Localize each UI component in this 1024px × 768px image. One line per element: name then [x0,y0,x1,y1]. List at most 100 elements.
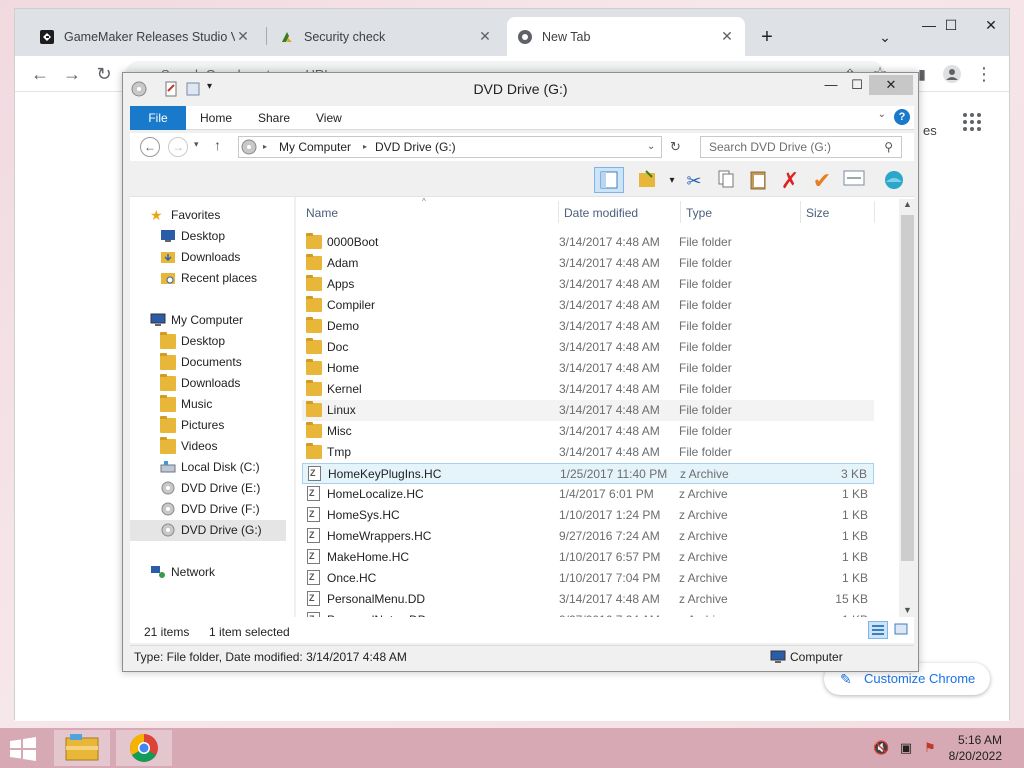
close-tab-icon[interactable]: ✕ [477,28,493,45]
tab-gamemaker[interactable]: GameMaker Releases Studio Versi ✕ [29,17,261,56]
file-row[interactable]: HomeWrappers.HC 9/27/2016 7:24 AM z Archiv… [302,525,874,547]
archive-file-icon [307,546,320,567]
explorer-titlebar[interactable]: ▾ DVD Drive (G:) — ☐ ✕ [123,73,918,105]
large-icons-view-icon[interactable] [892,621,912,639]
windows-start-icon[interactable] [8,736,38,762]
column-divider [680,201,681,223]
file-date: 3/14/2017 4:48 AM [559,319,660,333]
file-row[interactable]: Adam 3/14/2017 4:48 AM File folder [302,253,874,274]
scroll-down-icon[interactable]: ▼ [903,605,912,615]
file-row[interactable]: Apps 3/14/2017 4:48 AM File folder [302,274,874,295]
breadcrumb-dvd-drive[interactable]: DVD Drive (G:) [375,137,456,157]
profile-avatar-icon[interactable] [941,64,963,86]
breadcrumb-my-computer[interactable]: My Computer [279,137,351,157]
file-size: 1 KB [841,571,868,585]
action-center-icon[interactable]: ⚑ [922,740,938,756]
vertical-scrollbar[interactable]: ▲ ▼ [899,199,916,621]
network-status-icon[interactable]: ▣ [898,740,914,756]
taskbar: 🔇 ▣ ⚑ 5:16 AM 8/20/2022 [0,728,1024,768]
cut-icon[interactable]: ✂ [682,169,706,193]
file-row[interactable]: Tmp 3/14/2017 4:48 AM File folder [302,442,874,463]
file-row[interactable]: MakeHome.HC 1/10/2017 6:57 PM z Archive 1 K… [302,546,874,568]
ntp-link-text[interactable]: es [923,123,937,138]
clock-time: 5:16 AM [957,733,1002,747]
back-icon[interactable]: ← [140,137,160,157]
file-row[interactable]: Doc 3/14/2017 4:48 AM File folder [302,337,874,358]
details-view-icon[interactable] [868,621,888,639]
archive-file-icon [307,504,320,525]
chrome-menu-icon[interactable]: ⋮ [973,64,995,86]
file-type: z Archive [679,508,728,522]
chrome-icon[interactable] [116,730,172,766]
tab-share[interactable]: Share [244,106,304,130]
dvd-drive-icon [160,481,176,496]
rename-checkmark-icon[interactable]: ✔ [810,169,834,193]
search-input[interactable]: Search DVD Drive (G:) ⚲ [700,136,902,158]
file-name: Demo [327,319,360,333]
computer-icon [241,139,257,161]
file-row[interactable]: HomeKeyPlugIns.HC 1/25/2017 11:40 PM z Arc… [302,463,874,484]
address-bar[interactable]: ▸ My Computer ▸ DVD Drive (G:) ⌄ [238,136,662,158]
explorer-maximize-button[interactable]: ☐ [843,75,871,95]
documents-folder-icon [160,353,176,370]
scrollbar-thumb[interactable] [901,215,914,561]
explorer-close-button[interactable]: ✕ [869,75,913,95]
close-tab-icon[interactable]: ✕ [719,28,735,45]
close-tab-icon[interactable]: ✕ [235,28,251,45]
maximize-button[interactable]: ☐ [935,13,967,37]
explorer-minimize-button[interactable]: — [817,75,845,95]
file-row[interactable]: 0000Boot 3/14/2017 4:48 AM File folder [302,232,874,253]
file-row[interactable]: Home 3/14/2017 4:48 AM File folder [302,358,874,379]
file-type: File folder [679,403,732,417]
forward-icon[interactable]: → [168,137,188,157]
file-row[interactable]: PersonalMenu.DD 3/14/2017 4:48 AM z Archiv… [302,588,874,610]
close-window-button[interactable]: ✕ [975,13,1007,37]
help-icon[interactable]: ? [894,109,910,125]
tab-security-check[interactable]: Security check ✕ [269,17,503,56]
file-row[interactable]: Misc 3/14/2017 4:48 AM File folder [302,421,874,442]
tab-view[interactable]: View [302,106,356,130]
file-row[interactable]: Linux 3/14/2017 4:48 AM File folder [302,400,874,421]
up-icon[interactable]: ↑ [214,137,221,153]
recent-locations-icon[interactable]: ▾ [194,139,199,150]
tab-home[interactable]: Home [186,106,246,130]
column-header-size[interactable]: Size [802,201,872,225]
file-row[interactable]: HomeLocalize.HC 1/4/2017 6:01 PM z Archive… [302,483,874,505]
folder-options-dropdown-icon[interactable]: ▾ [660,169,684,193]
tab-search-button[interactable]: ⌄ [869,25,901,49]
file-date: 3/14/2017 4:48 AM [559,340,660,354]
file-row[interactable]: Kernel 3/14/2017 4:48 AM File folder [302,379,874,400]
file-row[interactable]: Compiler 3/14/2017 4:48 AM File folder [302,295,874,316]
back-icon[interactable]: ← [29,64,51,86]
tab-new-tab[interactable]: New Tab ✕ [507,17,745,56]
new-tab-button[interactable]: + [751,25,783,49]
column-header-date[interactable]: Date modified [560,201,680,225]
folder-options-icon[interactable] [636,169,660,193]
nav-dvd-drive-g[interactable]: DVD Drive (G:) [130,520,286,541]
file-type: z Archive [679,487,728,501]
folder-icon [306,296,322,312]
volume-muted-icon[interactable]: 🔇 [873,740,889,756]
preview-pane-icon[interactable] [594,167,624,193]
delete-icon[interactable]: ✗ [778,169,802,193]
file-row[interactable]: HomeSys.HC 1/10/2017 1:24 PM z Archive 1 KB [302,504,874,526]
google-apps-icon[interactable] [963,113,981,131]
refresh-icon[interactable]: ↻ [670,139,681,155]
file-size: 1 KB [841,529,868,543]
expand-ribbon-icon[interactable]: ⌄ [878,109,886,120]
reload-icon[interactable]: ↻ [93,64,115,86]
tab-file[interactable]: File [130,106,186,130]
column-header-name[interactable]: Name [302,201,558,225]
internet-globe-icon[interactable] [882,169,906,193]
paste-icon[interactable] [746,169,770,193]
column-header-type[interactable]: Type [682,201,800,225]
address-dropdown-icon[interactable]: ⌄ [647,137,655,157]
properties-dialog-icon[interactable] [842,169,866,193]
forward-icon[interactable]: → [61,64,83,86]
system-clock[interactable]: 5:16 AM 8/20/2022 [949,732,1002,764]
scroll-up-icon[interactable]: ▲ [903,199,912,209]
copy-icon[interactable] [714,169,738,193]
file-explorer-icon[interactable] [54,730,110,766]
file-row[interactable]: Once.HC 1/10/2017 7:04 PM z Archive 1 KB [302,567,874,589]
file-row[interactable]: Demo 3/14/2017 4:48 AM File folder [302,316,874,337]
